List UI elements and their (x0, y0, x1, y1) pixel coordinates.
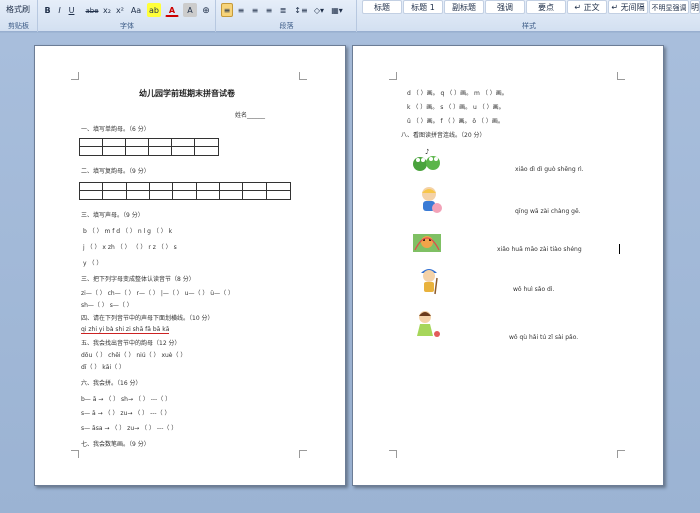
pinyin-line-3: xiǎo huā māo zài tiào shéng (497, 246, 582, 253)
character-shading-button[interactable]: A (183, 3, 197, 17)
superscript-button[interactable]: x² (114, 3, 126, 17)
answer-grid-2 (79, 182, 291, 200)
question-5-row: qi zhi yi bà shi zi shā fā bā kā (81, 326, 170, 334)
question-6-row-2: dī（ ） kāi（ ） (81, 364, 126, 371)
distributed-button[interactable]: ≣ (277, 3, 289, 17)
strikethrough-button[interactable]: abe (84, 3, 100, 17)
name-field: 姓名______ (235, 112, 266, 119)
svg-text:♪: ♪ (425, 148, 429, 156)
style-key-point[interactable]: 要点 (526, 0, 566, 14)
bold-button[interactable]: B (42, 3, 53, 17)
font-group: B I U abe x₂ x² Aa ab A A ⊕ 字体 (39, 0, 216, 32)
frogs-illustration: ♪ (413, 148, 440, 171)
question-5: 四、请在下列音节中的声母下面划横线。（10 分） (81, 315, 214, 322)
question-4-row-1: zi—（ ） ch—（ ） r—（ ） |—（ ） u—（ ） ü—（ ） (81, 290, 234, 297)
style-subtle-emphasis[interactable]: 不明显强调 (649, 0, 689, 14)
question-3-row-1: b （ ） m f d （ ） n l g （ ） k (83, 228, 173, 235)
question-4-row-2: sh—（ ） s—（ ） (81, 302, 133, 309)
style-heading-1[interactable]: 标题 1 (403, 0, 443, 14)
answer-grid-1 (79, 138, 219, 156)
justify-button[interactable]: ≡ (263, 3, 275, 17)
page-2[interactable]: d （ ）画。 q （ ）画。 m （ ）画。 k （ ）画。 s （ ）画。 … (352, 45, 664, 486)
styles-group-label: 样式 (522, 22, 536, 30)
style-normal[interactable]: ↵ 正文 (567, 0, 607, 14)
ribbon: 格式刷 剪贴板 B I U abe x₂ x² Aa ab A A ⊕ 字体 ≡… (0, 0, 700, 32)
exam-title: 幼儿园学前班期末拼音试卷 (139, 89, 235, 98)
child-birthday-illustration (422, 187, 442, 213)
pinyin-line-2: qīng wā zài chàng gē. (515, 208, 581, 215)
question-7-row-1: b— ā → （ ） sh→ （ ） ---（ ） (81, 396, 172, 403)
clipboard-group: 格式刷 剪贴板 (0, 0, 38, 32)
page-1[interactable]: 幼儿园学前班期末拼音试卷 姓名______ 一、填写单韵母。（6 分） 二、填写… (34, 45, 346, 486)
enclose-character-button[interactable]: ⊕ (199, 3, 213, 17)
font-group-label: 字体 (120, 22, 134, 30)
style-title[interactable]: 标题 (362, 0, 402, 14)
pinyin-line-4: wǒ huì sǎo dì. (513, 286, 555, 293)
stroke-count-row-1: d （ ）画。 q （ ）画。 m （ ）画。 (407, 90, 508, 97)
styles-group: 标题 标题 1 副标题 强调 要点 ↵ 正文 ↵ 无间隔 不明显强调 明 样式 (358, 0, 700, 32)
crop-mark (71, 72, 79, 80)
text-cursor (619, 244, 620, 254)
clipboard-group-label: 剪贴板 (8, 22, 29, 30)
question-3-row-2: j （ ） x zh （ ） （ ） r z （ ） s (83, 244, 177, 251)
format-painter-button[interactable]: 格式刷 (0, 2, 36, 16)
boy-sweeping-illustration (421, 269, 438, 295)
crop-mark (389, 72, 397, 80)
clear-format-button[interactable]: Aa (129, 3, 143, 17)
question-3: 三、填写声母。（9 分） (81, 212, 144, 219)
document-workspace: 幼儿园学前班期末拼音试卷 姓名______ 一、填写单韵母。（6 分） 二、填写… (0, 33, 700, 513)
crop-mark (617, 72, 625, 80)
crop-mark (389, 450, 397, 458)
align-right-button[interactable]: ≡ (249, 3, 261, 17)
paragraph-group: ≡ ≡ ≡ ≡ ≣ ↕≡ ◇▾ ▦▾ 段落 (217, 0, 357, 32)
question-6: 五、我会找出音节中的韵母（12 分） (81, 340, 181, 347)
cat-jump-rope-illustration (413, 234, 441, 252)
font-color-button[interactable]: A (165, 3, 179, 17)
question-3-row-3: y （ ） (83, 260, 103, 267)
girl-running-illustration (417, 311, 440, 337)
pinyin-line-1: xiǎo dì dì guò shēng rì. (515, 166, 584, 173)
question-1: 一、填写单韵母。（6 分） (81, 126, 150, 133)
align-center-button[interactable]: ≡ (235, 3, 247, 17)
style-emphasis[interactable]: 强调 (485, 0, 525, 14)
question-8: 七、我会数笔画。（9 分） (81, 441, 150, 448)
style-more[interactable]: 明 (690, 0, 700, 14)
crop-mark (617, 450, 625, 458)
italic-button[interactable]: I (54, 3, 65, 17)
stroke-count-row-2: k （ ）画。 s （ ）画。 u （ ）画。 (407, 104, 505, 111)
question-7-row-3: s— āsa → （ ） zu→ （ ） ---（ ） (81, 425, 178, 432)
shading-button[interactable]: ◇▾ (311, 3, 327, 17)
align-left-button[interactable]: ≡ (221, 3, 233, 17)
pinyin-line-5: wǒ qù hǎi tú zǐ sài pǎo. (509, 334, 579, 341)
crop-mark (71, 450, 79, 458)
highlight-button[interactable]: ab (147, 3, 161, 17)
crop-mark (299, 72, 307, 80)
question-7-row-2: s— ā → （ ） zu→ （ ） ---（ ） (81, 410, 171, 417)
question-4: 三、把下列字母变成整体认读音节（8 分） (81, 276, 195, 283)
question-7: 六、我会拼。（16 分） (81, 380, 142, 387)
stroke-count-row-3: ǔ （ ）画。 f （ ）画。 ǒ （ ）画。 (407, 118, 504, 125)
question-6-row-1: dōu（ ） chēi（ ） niú（ ） xuè（ ） (81, 352, 187, 359)
borders-button[interactable]: ▦▾ (329, 3, 345, 17)
underline-button[interactable]: U (66, 3, 77, 17)
crop-mark (299, 450, 307, 458)
question-9: 八、看图读拼音连线。（20 分） (401, 132, 486, 139)
question-2: 二、填写复韵母。（9 分） (81, 168, 150, 175)
line-spacing-button[interactable]: ↕≡ (293, 3, 309, 17)
subscript-button[interactable]: x₂ (101, 3, 113, 17)
style-no-spacing[interactable]: ↵ 无间隔 (608, 0, 648, 14)
paragraph-group-label: 段落 (279, 22, 294, 30)
style-subtitle[interactable]: 副标题 (444, 0, 484, 14)
